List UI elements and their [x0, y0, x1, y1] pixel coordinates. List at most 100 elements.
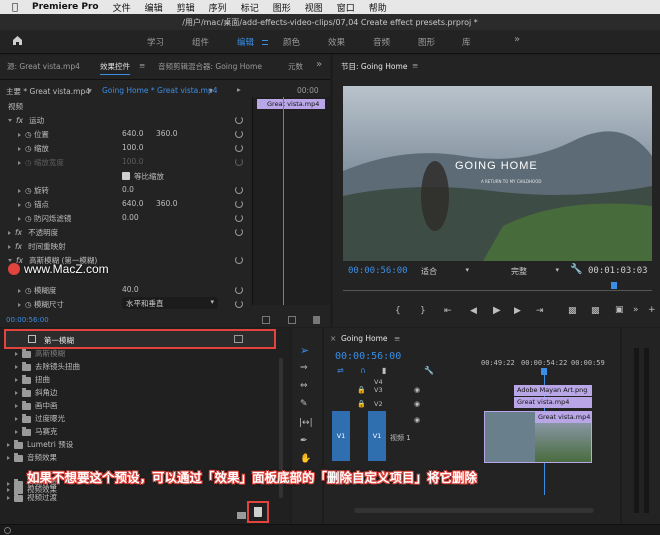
tab-metadata[interactable]: 元数 [288, 61, 303, 72]
hand-tool-icon[interactable]: ✋ [300, 454, 311, 464]
timeline-clip-v1[interactable]: Great vista.mp4 [484, 411, 592, 463]
reset-icon[interactable] [235, 116, 243, 124]
reset-icon[interactable] [235, 186, 243, 194]
anchor-x[interactable]: 640.0 [122, 199, 143, 211]
timeline-close-icon[interactable]: × [330, 334, 336, 343]
effect-item[interactable]: 高斯模糊 [15, 348, 65, 360]
reset-icon[interactable] [235, 300, 243, 308]
mark-out-icon[interactable]: } [420, 306, 426, 316]
program-timecode[interactable]: 00:00:56:00 [348, 266, 408, 276]
menu-view[interactable]: 视图 [305, 1, 323, 14]
menu-edit[interactable]: 编辑 [145, 1, 163, 14]
fx-row-time-remap[interactable]: fx 时间重映射 [8, 241, 66, 253]
menu-sequence[interactable]: 序列 [209, 1, 227, 14]
clip-sequence-label[interactable]: Going Home * Great vista.mp4 [102, 86, 218, 95]
timeline-timecode[interactable]: 00:00:56:00 [335, 351, 401, 362]
fx-row-opacity[interactable]: fx 不透明度 [8, 227, 58, 239]
quality-select[interactable]: 完整 ▾ [511, 266, 563, 277]
program-scrubber[interactable] [343, 282, 652, 291]
tab-audio-mixer[interactable]: 音频剪辑混合器: Going Home [158, 61, 262, 72]
effect-preset-highlight[interactable]: 第一模糊 [4, 329, 276, 349]
prop-antiflicker[interactable]: ◷ 防闪烁滤镜 [18, 213, 71, 225]
ws-tab-editing[interactable]: 编辑 [237, 36, 254, 48]
blur-dimensions-select[interactable]: 水平和垂直 ▾ [122, 297, 218, 309]
prop-blurriness[interactable]: ◷ 模糊度 [18, 285, 56, 297]
effect-group[interactable]: 音频效果 [7, 452, 57, 464]
effect-item[interactable]: 过度曝光 [15, 413, 65, 425]
program-playhead[interactable] [611, 282, 617, 289]
workspace-menu-icon[interactable] [262, 40, 268, 45]
linked-selection-icon[interactable]: ∩ [360, 366, 366, 375]
prop-anchor[interactable]: ◷ 锚点 [18, 199, 49, 211]
clip-master-dropdown-icon[interactable]: ▾ [88, 86, 92, 95]
antiflicker-value[interactable]: 0.00 [122, 213, 139, 225]
effect-item[interactable]: 画中画 [15, 400, 58, 412]
effect-item[interactable]: 去除镜头扭曲 [15, 361, 80, 373]
blurriness-value[interactable]: 40.0 [122, 285, 139, 297]
menu-help[interactable]: 帮助 [369, 1, 387, 14]
timeline-menu-icon[interactable]: ≡ [394, 334, 400, 343]
app-menu[interactable]: Premiere Pro [32, 2, 99, 12]
tab-source[interactable]: 源: Great vista.mp4 [7, 61, 80, 72]
ws-tab-color[interactable]: 颜色 [283, 36, 300, 48]
ripple-edit-tool-icon[interactable]: ⇔ [300, 381, 308, 391]
more-workspaces-icon[interactable]: » [514, 34, 520, 45]
reset-icon[interactable] [235, 130, 243, 138]
program-menu-icon[interactable]: ≡ [412, 61, 418, 70]
mini-clip[interactable]: Great vista.mp4 [257, 99, 325, 109]
eye-icon[interactable]: ◉ [414, 386, 420, 394]
menu-markers[interactable]: 标记 [241, 1, 259, 14]
reset-icon[interactable] [235, 256, 243, 264]
play-icon[interactable]: ▶ [493, 305, 501, 316]
effect-item[interactable]: 扭曲 [15, 374, 50, 386]
timeline-clip-mayan-art[interactable]: Adobe Mayan Art.png [514, 385, 592, 396]
selection-tool-icon[interactable]: ➢ [300, 344, 309, 357]
effect-item[interactable]: 马赛克 [15, 426, 58, 438]
lock-icon[interactable]: 🔒 [357, 400, 366, 408]
delete-custom-item-button[interactable] [247, 501, 269, 523]
anchor-y[interactable]: 360.0 [156, 199, 177, 211]
program-video[interactable]: GOING HOME A RETURN TO MY CHILDHOOD [343, 86, 652, 261]
prop-scale[interactable]: ◷ 缩放 [18, 143, 49, 155]
effect-group[interactable]: Lumetri 预设 [7, 439, 73, 451]
lock-icon[interactable]: 🔒 [357, 386, 366, 394]
filter-icon[interactable] [262, 316, 270, 324]
eye-icon[interactable]: ◉ [414, 416, 420, 424]
ws-tab-assembly[interactable]: 组件 [192, 36, 209, 48]
slip-tool-icon[interactable]: |↔| [299, 418, 313, 428]
scale-value[interactable]: 100.0 [122, 143, 143, 155]
timeline-hscroll[interactable] [354, 508, 594, 513]
uniform-scale-checkbox[interactable] [122, 172, 130, 180]
overflow-icon[interactable]: » [633, 305, 639, 315]
play-clip-icon[interactable]: ▸ [237, 85, 241, 94]
reset-icon[interactable] [235, 144, 243, 152]
go-to-out-icon[interactable]: ⇥ [536, 306, 544, 316]
tab-effect-controls[interactable]: 效果控件 [100, 61, 130, 75]
panel-overflow-icon[interactable]: » [316, 59, 322, 70]
menu-graphics[interactable]: 图形 [273, 1, 291, 14]
add-button-icon[interactable]: + [648, 305, 656, 315]
v1-source-patch[interactable]: V1 [332, 411, 350, 461]
effect-item[interactable]: 斜角边 [15, 387, 58, 399]
go-to-in-icon[interactable]: ⇤ [444, 306, 452, 316]
timeline-clip-vista-v2[interactable]: Great vista.mp4 [514, 397, 592, 408]
rotation-value[interactable]: 0.0 [122, 185, 134, 197]
timeline-playhead-marker[interactable] [541, 368, 547, 375]
effect-group[interactable]: 视频过渡 [7, 492, 57, 504]
timeline-tab[interactable]: Going Home [341, 334, 388, 343]
prop-position[interactable]: ◷ 位置 [18, 129, 49, 141]
mark-in-icon[interactable]: { [395, 306, 401, 316]
pen-tool-icon[interactable]: ✒ [300, 436, 308, 446]
program-tab[interactable]: 节目: Going Home [341, 61, 407, 72]
apple-icon[interactable]:  [12, 2, 18, 13]
position-y[interactable]: 360.0 [156, 129, 177, 141]
prop-rotation[interactable]: ◷ 旋转 [18, 185, 49, 197]
new-bin-icon[interactable] [237, 512, 246, 519]
ws-tab-libraries[interactable]: 库 [462, 36, 471, 48]
ws-tab-audio[interactable]: 音频 [373, 36, 390, 48]
add-marker-icon[interactable]: ▮ [382, 366, 386, 375]
step-back-icon[interactable]: ◀ [470, 306, 479, 316]
menu-clip[interactable]: 剪辑 [177, 1, 195, 14]
clip-master-label[interactable]: 主要 * Great vista.mp4 [6, 86, 90, 97]
timeline-settings-icon[interactable]: 🔧 [424, 366, 434, 375]
